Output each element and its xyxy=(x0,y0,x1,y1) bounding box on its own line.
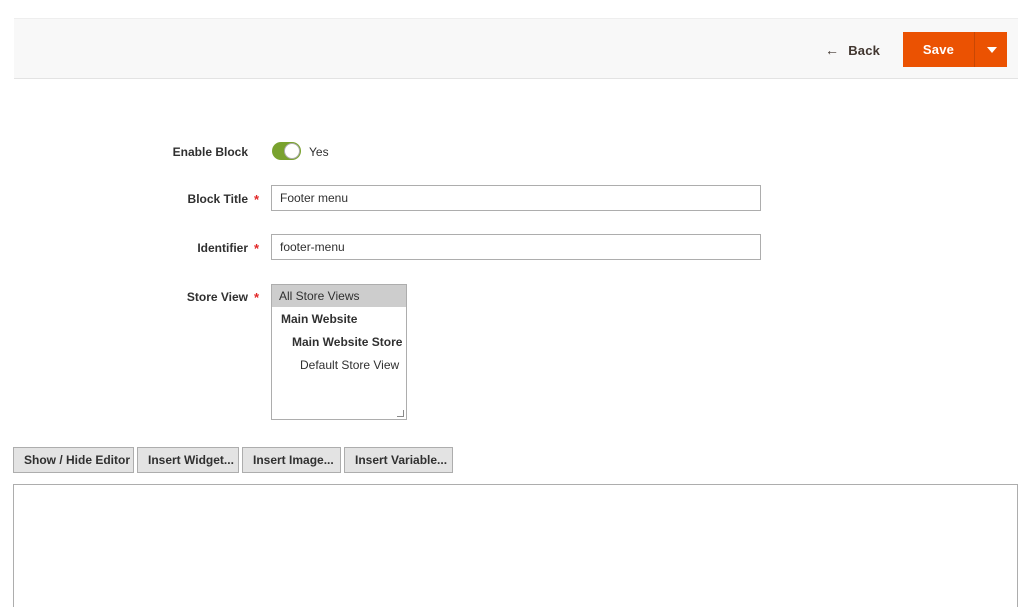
resize-grip-icon[interactable] xyxy=(397,410,404,417)
insert-widget-button[interactable]: Insert Widget... xyxy=(137,447,239,473)
identifier-input[interactable] xyxy=(271,234,761,260)
store-view-multiselect[interactable]: All Store Views Main Website Main Websit… xyxy=(271,284,407,420)
enable-block-toggle[interactable] xyxy=(272,142,301,160)
store-view-label: Store View xyxy=(186,290,248,304)
required-marker: * xyxy=(254,290,260,305)
save-options-toggle[interactable] xyxy=(974,32,1007,67)
arrow-left-icon: ← xyxy=(825,42,840,58)
content-editor-textarea[interactable] xyxy=(13,484,1018,607)
block-title-input[interactable] xyxy=(271,185,761,211)
page-actions-bar: ← Back Save xyxy=(14,18,1018,79)
save-button[interactable]: Save xyxy=(903,32,974,67)
store-view-option[interactable]: Main Website xyxy=(272,308,406,330)
insert-variable-button[interactable]: Insert Variable... xyxy=(344,447,453,473)
show-hide-editor-button[interactable]: Show / Hide Editor xyxy=(13,447,134,473)
enable-block-label: Enable Block xyxy=(172,145,248,159)
caret-down-icon xyxy=(987,47,997,53)
block-title-label: Block Title xyxy=(187,192,248,206)
identifier-label: Identifier xyxy=(197,241,248,255)
required-marker: * xyxy=(254,192,260,207)
insert-image-button[interactable]: Insert Image... xyxy=(242,447,341,473)
enable-block-value: Yes xyxy=(309,145,329,159)
toggle-knob xyxy=(284,143,300,159)
store-view-option[interactable]: Default Store View xyxy=(272,354,406,376)
store-view-option[interactable]: All Store Views xyxy=(272,285,406,307)
back-button[interactable]: ← Back xyxy=(825,39,880,61)
back-button-label: Back xyxy=(848,42,881,58)
required-marker: * xyxy=(254,241,260,256)
store-view-option[interactable]: Main Website Store xyxy=(272,331,406,353)
save-split-button: Save xyxy=(903,32,1007,67)
